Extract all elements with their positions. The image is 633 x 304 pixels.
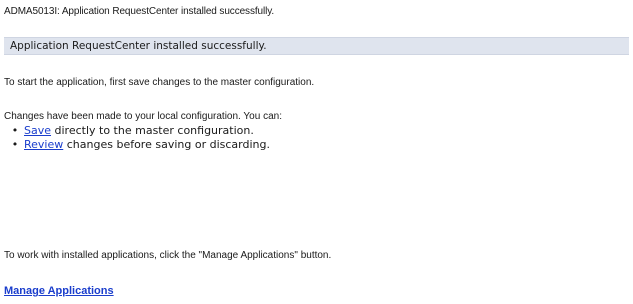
bullet-icon: •	[11, 138, 19, 151]
review-link[interactable]: Review	[24, 138, 63, 151]
option-review-text: changes before saving or discarding.	[63, 138, 270, 151]
manage-applications-link[interactable]: Manage Applications	[4, 285, 114, 297]
option-save-text: directly to the master configuration.	[51, 124, 254, 137]
manage-hint-text: To work with installed applications, cli…	[4, 250, 332, 261]
bullet-icon: •	[11, 124, 19, 137]
option-review-item: • Review changes before saving or discard…	[6, 138, 270, 152]
changes-intro-text: Changes have been made to your local con…	[4, 111, 282, 122]
install-result-page: ADMA5013I: Application RequestCenter ins…	[0, 0, 633, 304]
instruction-text: To start the application, first save cha…	[4, 77, 315, 88]
save-link[interactable]: Save	[24, 124, 51, 137]
message-code-line: ADMA5013I: Application RequestCenter ins…	[4, 6, 275, 17]
status-banner: Application RequestCenter installed succ…	[4, 37, 629, 55]
options-list: • Save directly to the master configurati…	[6, 124, 270, 152]
option-save-item: • Save directly to the master configurati…	[6, 124, 270, 138]
status-banner-text: Application RequestCenter installed succ…	[10, 40, 267, 52]
